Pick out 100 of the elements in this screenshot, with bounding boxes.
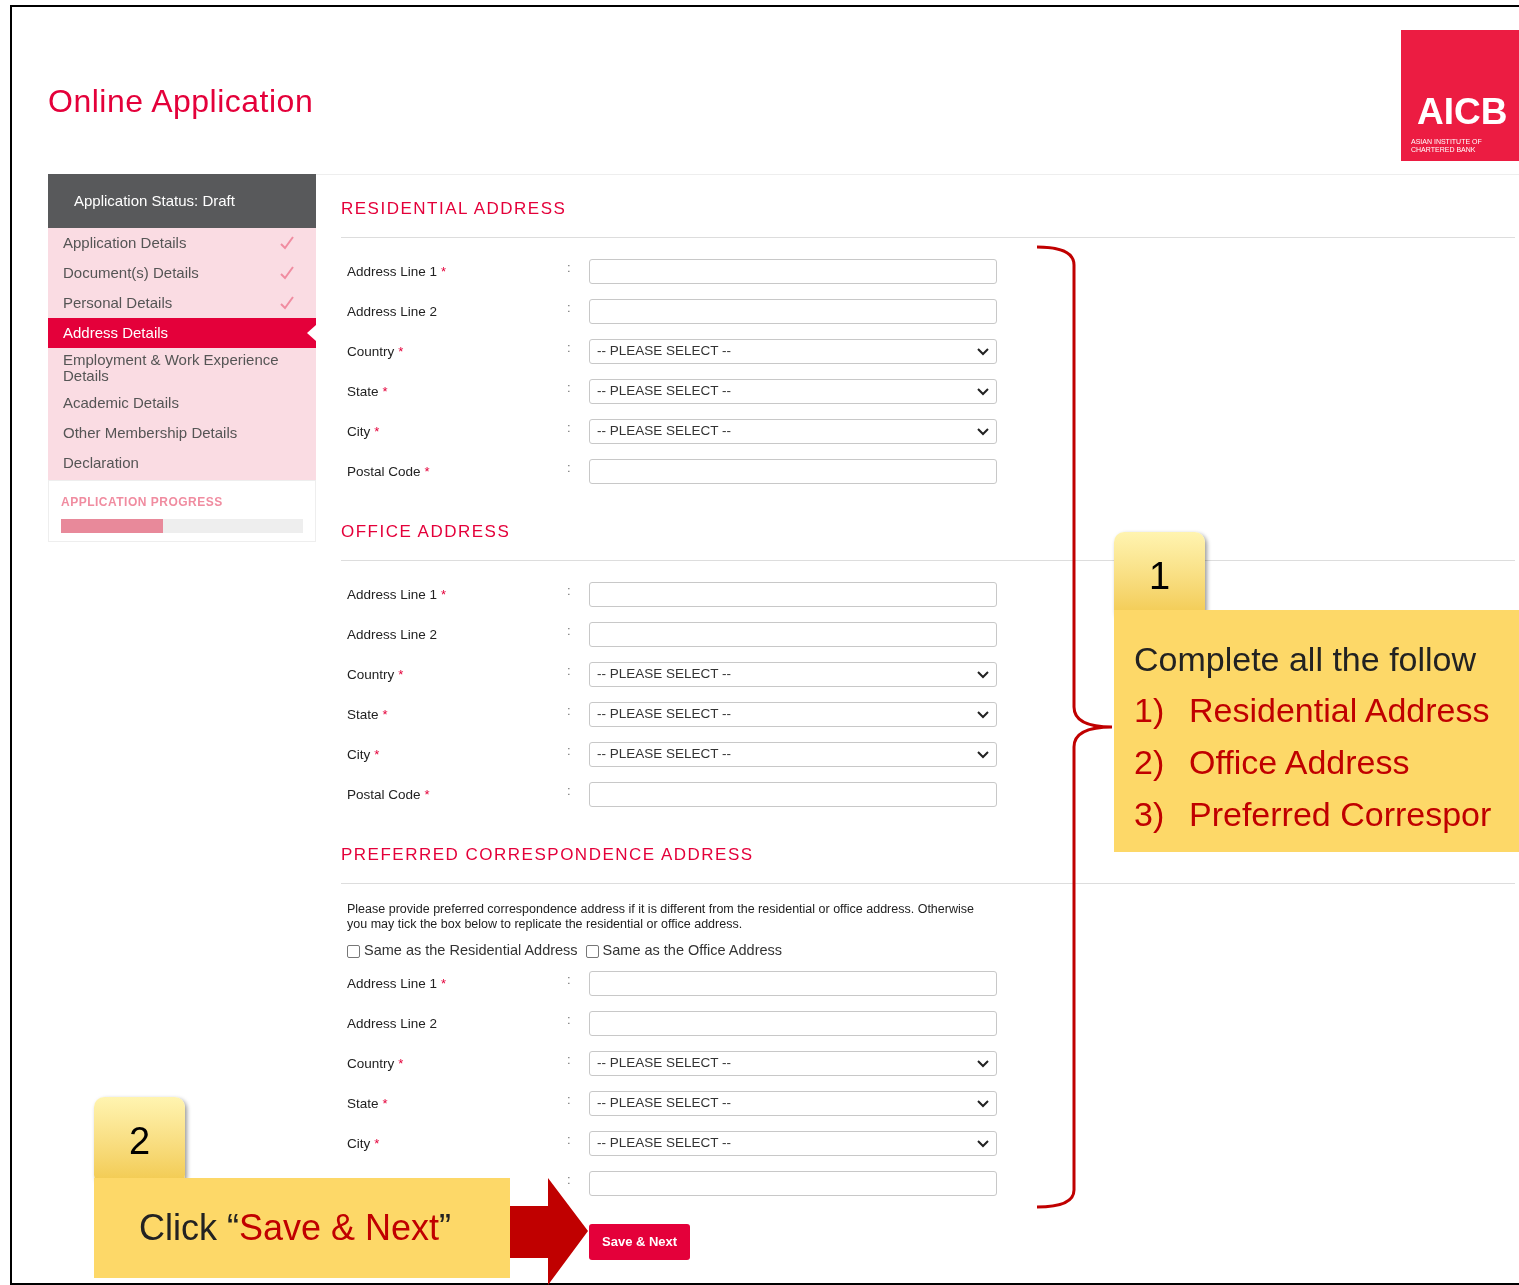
select-field[interactable]: -- PLEASE SELECT -- bbox=[589, 702, 997, 727]
select-field[interactable]: -- PLEASE SELECT -- bbox=[589, 1091, 997, 1116]
callout-text: Complete all the follow bbox=[1134, 639, 1478, 680]
section-heading: OFFICE ADDRESS bbox=[341, 520, 511, 543]
select-field[interactable]: -- PLEASE SELECT -- bbox=[589, 339, 997, 364]
colon: : bbox=[567, 1051, 572, 1069]
required-marker: * bbox=[374, 747, 380, 762]
save-next-button[interactable]: Save & Next bbox=[589, 1224, 691, 1260]
required-marker: * bbox=[398, 1056, 404, 1071]
field-label: City bbox=[347, 747, 371, 762]
select-field[interactable]: -- PLEASE SELECT -- bbox=[589, 1131, 997, 1156]
field-label: Address Line 2 bbox=[347, 1016, 438, 1031]
checkbox[interactable] bbox=[347, 944, 360, 958]
sidebar-item[interactable]: Employment & Work Experience Details bbox=[48, 348, 316, 388]
field-label: State bbox=[347, 707, 379, 722]
field-label: Postal Code bbox=[347, 787, 421, 802]
chevron-down-icon bbox=[977, 387, 989, 396]
sidebar-item[interactable]: Address Details bbox=[48, 318, 316, 348]
chevron-down-icon bbox=[977, 1099, 989, 1108]
required-marker: * bbox=[398, 344, 404, 359]
input-field[interactable] bbox=[589, 459, 997, 484]
check-icon bbox=[280, 236, 294, 250]
select-field[interactable]: -- PLEASE SELECT -- bbox=[589, 379, 997, 404]
field-label: City bbox=[347, 1136, 371, 1151]
chevron-down-icon bbox=[977, 347, 989, 356]
chevron-down-icon bbox=[977, 1139, 989, 1148]
input-field[interactable] bbox=[589, 259, 997, 284]
field-label: Address Line 1 bbox=[347, 587, 438, 602]
colon: : bbox=[567, 339, 572, 357]
colon: : bbox=[567, 299, 572, 317]
sidebar-item[interactable]: Other Membership Details bbox=[48, 418, 316, 448]
callout-text: Click “Save & Next” bbox=[139, 1206, 452, 1250]
required-marker: * bbox=[441, 264, 447, 279]
checkbox-label: Same as the Office Address bbox=[602, 941, 783, 961]
required-marker: * bbox=[441, 976, 447, 991]
input-field[interactable] bbox=[589, 582, 997, 607]
list-text: Residential Address bbox=[1189, 690, 1490, 731]
check-icon bbox=[280, 266, 294, 280]
required-marker: * bbox=[441, 587, 447, 602]
field-label: City bbox=[347, 424, 371, 439]
list-text: Preferred Correspor bbox=[1189, 794, 1492, 835]
colon: : bbox=[567, 1131, 572, 1149]
required-marker: * bbox=[398, 667, 404, 682]
field-label: State bbox=[347, 384, 379, 399]
instruction-text: Please provide preferred correspondence address if it is different from the residential or office address. Otherwise you may tick the box below to replicate the residential or office address. bbox=[347, 902, 975, 932]
input-field[interactable] bbox=[589, 1011, 997, 1036]
list-number: 1) bbox=[1134, 690, 1166, 731]
sidebar-item[interactable]: Application Details bbox=[48, 228, 316, 258]
colon: : bbox=[567, 622, 572, 640]
field-label: Country bbox=[347, 344, 395, 359]
select-field[interactable]: -- PLEASE SELECT -- bbox=[589, 662, 997, 687]
checkbox[interactable] bbox=[585, 944, 599, 958]
select-field[interactable]: -- PLEASE SELECT -- bbox=[589, 1051, 997, 1076]
field-label: Address Line 1 bbox=[347, 264, 438, 279]
field-label: Postal Code bbox=[347, 464, 421, 479]
required-marker: * bbox=[382, 707, 388, 722]
page-title: Online Application bbox=[48, 82, 314, 121]
field-label: Address Line 2 bbox=[347, 304, 438, 319]
select-field[interactable]: -- PLEASE SELECT -- bbox=[589, 419, 997, 444]
chevron-down-icon bbox=[977, 710, 989, 719]
input-field[interactable] bbox=[589, 782, 997, 807]
sidebar-item[interactable]: Declaration bbox=[48, 448, 316, 478]
field-label: Address Line 1 bbox=[347, 976, 438, 991]
chevron-down-icon bbox=[977, 1059, 989, 1068]
list-text: Office Address bbox=[1189, 742, 1410, 783]
colon: : bbox=[567, 662, 572, 680]
colon: : bbox=[567, 742, 572, 760]
input-field[interactable] bbox=[589, 622, 997, 647]
colon: : bbox=[567, 1091, 572, 1109]
input-field[interactable] bbox=[589, 1171, 997, 1196]
field-label: Address Line 2 bbox=[347, 627, 438, 642]
colon: : bbox=[567, 259, 572, 277]
input-field[interactable] bbox=[589, 971, 997, 996]
select-field[interactable]: -- PLEASE SELECT -- bbox=[589, 742, 997, 767]
section-heading: RESIDENTIAL ADDRESS bbox=[341, 197, 567, 220]
colon: : bbox=[567, 419, 572, 437]
list-number: 2) bbox=[1134, 742, 1166, 783]
colon: : bbox=[567, 782, 572, 800]
pointer-icon bbox=[307, 325, 316, 341]
required-marker: * bbox=[382, 1096, 388, 1111]
sidebar-item[interactable]: Document(s) Details bbox=[48, 258, 316, 288]
chevron-down-icon bbox=[977, 670, 989, 679]
sidebar-item[interactable]: Personal Details bbox=[48, 288, 316, 318]
chevron-down-icon bbox=[977, 427, 989, 436]
colon: : bbox=[567, 1171, 572, 1189]
field-label: Country bbox=[347, 667, 395, 682]
input-field[interactable] bbox=[589, 299, 997, 324]
status-header: Application Status: Draft bbox=[48, 174, 316, 228]
colon: : bbox=[567, 379, 572, 397]
required-marker: * bbox=[374, 1136, 380, 1151]
check-icon bbox=[280, 296, 294, 310]
list-number: 3) bbox=[1134, 794, 1166, 835]
sidebar-item[interactable]: Academic Details bbox=[48, 388, 316, 418]
checkbox-label: Same as the Residential Address bbox=[364, 941, 578, 961]
colon: : bbox=[567, 582, 572, 600]
colon: : bbox=[567, 971, 572, 989]
progress-label: APPLICATION PROGRESS bbox=[61, 494, 224, 511]
field-label: State bbox=[347, 1096, 379, 1111]
required-marker: * bbox=[424, 787, 430, 802]
field-label: Country bbox=[347, 1056, 395, 1071]
